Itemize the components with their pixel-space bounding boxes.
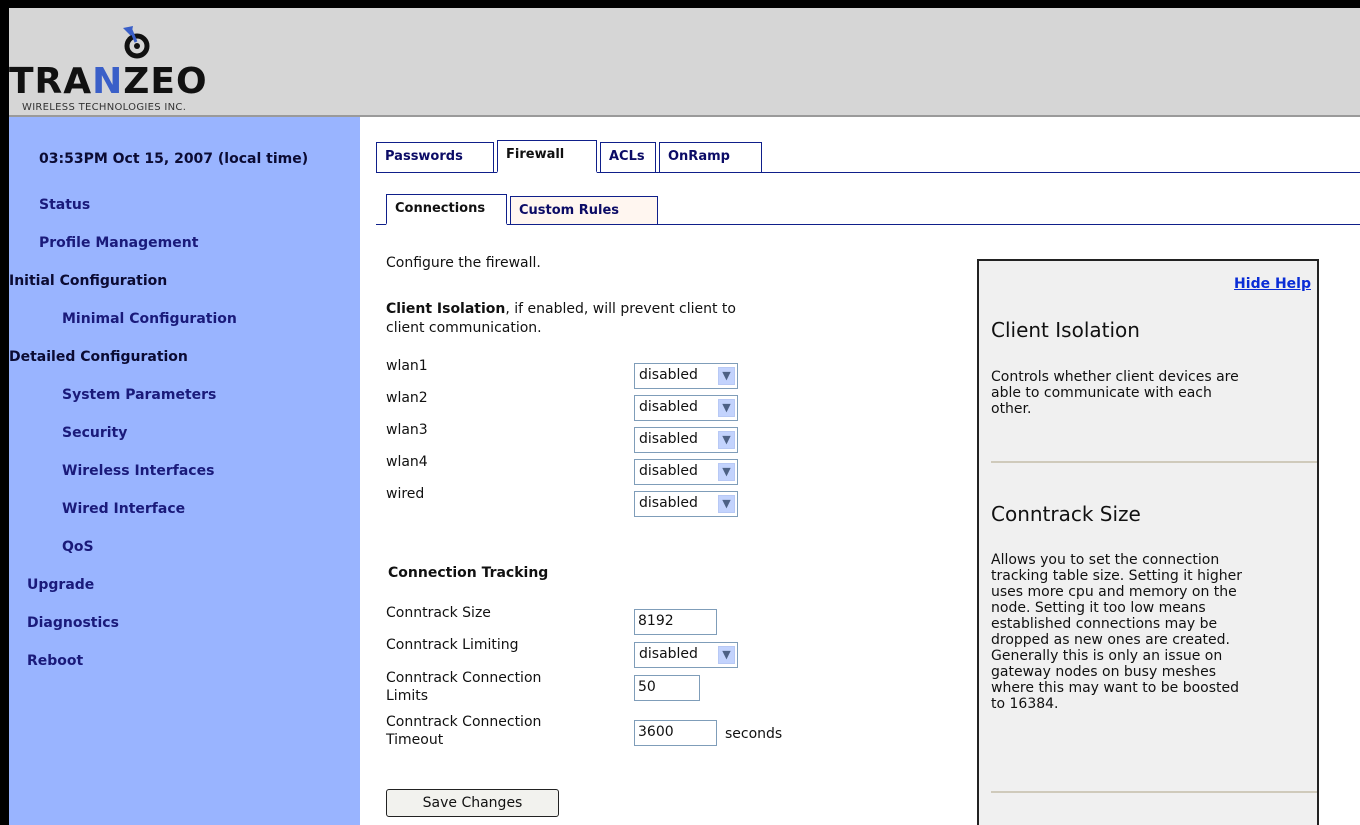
sidebar-item-system-parameters[interactable]: System Parameters (62, 387, 216, 403)
wlan4-label: wlan4 (386, 454, 428, 470)
tab-onramp[interactable]: OnRamp (659, 142, 762, 172)
sidebar-item-wired-interface[interactable]: Wired Interface (62, 501, 185, 517)
chevron-down-icon: ▼ (718, 646, 735, 664)
conntrack-limiting-select[interactable]: disabled ▼ (634, 642, 738, 668)
sidebar-item-diagnostics[interactable]: Diagnostics (27, 615, 119, 631)
app-window: TRANZEO WIRELESS TECHNOLOGIES INC. 03:53… (9, 8, 1360, 825)
chevron-down-icon: ▼ (718, 399, 735, 417)
brand-name: TRANZEO (9, 61, 208, 102)
sidebar-heading-detailed-configuration: Detailed Configuration (9, 349, 188, 365)
sidebar-item-qos[interactable]: QoS (62, 539, 94, 555)
isolation-description-1: Client Isolation, if enabled, will preve… (386, 301, 736, 317)
conn-timeout-input[interactable]: 3600 (634, 720, 717, 746)
wlan4-isolation-select[interactable]: disabled ▼ (634, 459, 738, 485)
tranzeo-logo: TRANZEO WIRELESS TECHNOLOGIES INC. (9, 22, 299, 114)
help-divider (991, 461, 1317, 463)
tab-acls[interactable]: ACLs (600, 142, 656, 172)
chevron-down-icon: ▼ (718, 431, 735, 449)
main-content: Passwords Firewall ACLs OnRamp Connectio… (360, 117, 1360, 825)
hide-help-link[interactable]: Hide Help (1234, 276, 1311, 292)
tab-firewall[interactable]: Firewall (497, 140, 597, 173)
sidebar-item-security[interactable]: Security (62, 425, 127, 441)
sidebar-item-status[interactable]: Status (39, 197, 90, 213)
conntrack-size-input[interactable]: 8192 (634, 609, 717, 635)
help-divider (991, 791, 1317, 793)
wired-label: wired (386, 486, 425, 502)
wlan2-label: wlan2 (386, 390, 428, 406)
brand-tagline: WIRELESS TECHNOLOGIES INC. (22, 102, 187, 113)
help-text-conntrack-size: Allows you to set the connection trackin… (991, 552, 1242, 712)
conn-timeout-unit: seconds (725, 726, 783, 742)
sidebar: 03:53PM Oct 15, 2007 (local time) Status… (9, 117, 360, 825)
wlan2-isolation-select[interactable]: disabled ▼ (634, 395, 738, 421)
sidebar-item-upgrade[interactable]: Upgrade (27, 577, 94, 593)
conntrack-limiting-label: Conntrack Limiting (386, 637, 519, 653)
sidebar-item-minimal-configuration[interactable]: Minimal Configuration (62, 311, 237, 327)
intro-text: Configure the firewall. (386, 255, 541, 271)
help-panel: Hide Help Client Isolation Controls whet… (977, 259, 1319, 825)
chevron-down-icon: ▼ (718, 495, 735, 513)
wlan3-label: wlan3 (386, 422, 428, 438)
header: TRANZEO WIRELESS TECHNOLOGIES INC. (9, 8, 1360, 117)
tab-custom-rules[interactable]: Custom Rules (510, 196, 658, 224)
sub-tab-bar: Connections Custom Rules (376, 193, 1360, 225)
conntrack-size-label: Conntrack Size (386, 605, 491, 621)
wlan3-isolation-select[interactable]: disabled ▼ (634, 427, 738, 453)
sidebar-item-reboot[interactable]: Reboot (27, 653, 83, 669)
logo-mark-icon (123, 26, 150, 59)
help-title-client-isolation: Client Isolation (991, 318, 1140, 342)
help-title-conntrack-size: Conntrack Size (991, 502, 1141, 526)
local-time: 03:53PM Oct 15, 2007 (local time) (39, 151, 309, 167)
conn-timeout-label: Conntrack Connection Timeout (386, 714, 542, 748)
sidebar-heading-initial-configuration: Initial Configuration (9, 273, 168, 289)
save-changes-button[interactable]: Save Changes (386, 789, 559, 817)
wired-isolation-select[interactable]: disabled ▼ (634, 491, 738, 517)
conn-limits-input[interactable]: 50 (634, 675, 700, 701)
wlan1-isolation-select[interactable]: disabled ▼ (634, 363, 738, 389)
chevron-down-icon: ▼ (718, 367, 735, 385)
tab-passwords[interactable]: Passwords (376, 142, 494, 172)
connection-tracking-heading: Connection Tracking (388, 565, 549, 581)
wlan1-label: wlan1 (386, 358, 428, 374)
conn-limits-label: Conntrack Connection Limits (386, 670, 542, 704)
chevron-down-icon: ▼ (718, 463, 735, 481)
help-text-client-isolation: Controls whether client devices are able… (991, 369, 1239, 417)
sidebar-item-profile-management[interactable]: Profile Management (39, 235, 198, 251)
tab-connections[interactable]: Connections (386, 194, 507, 225)
isolation-description-2: client communication. (386, 320, 542, 336)
sidebar-item-wireless-interfaces[interactable]: Wireless Interfaces (62, 463, 214, 479)
top-tab-bar: Passwords Firewall ACLs OnRamp (376, 138, 1360, 173)
